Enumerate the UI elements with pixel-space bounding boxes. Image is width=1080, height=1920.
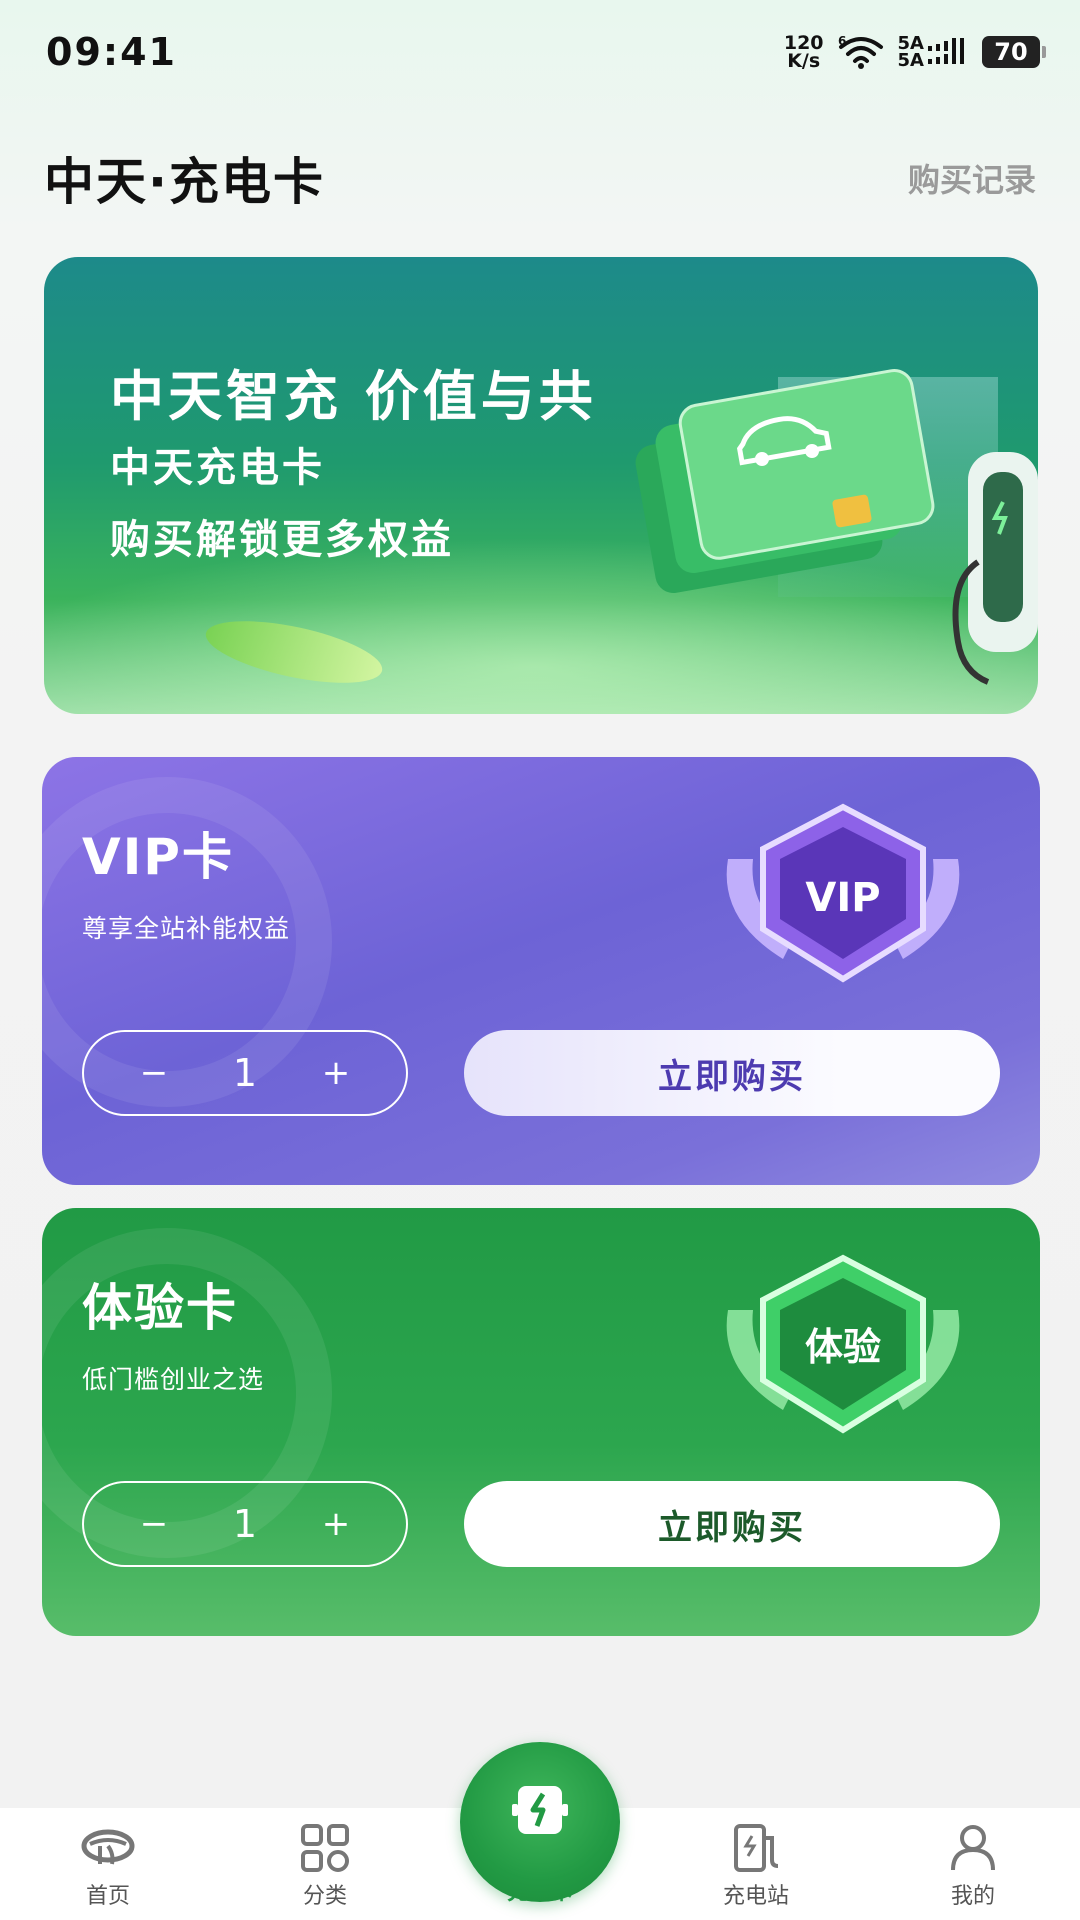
nav-label-home: 首页 <box>85 1884 130 1909</box>
charging-station-icon <box>734 1824 779 1872</box>
status-time: 09:41 <box>46 30 177 74</box>
trial-card: 体验卡 低门槛创业之选 体验 − 1 + 立即购买 <box>42 1208 1040 1636</box>
home-logo-icon <box>81 1829 135 1865</box>
badge-text: VIP <box>805 875 880 921</box>
badge-text: 体验 <box>805 1325 881 1369</box>
wifi-label: 6 <box>838 35 846 48</box>
purchase-record-link[interactable]: 购买记录 <box>908 155 1036 201</box>
cellular-signal: 5A 5A <box>897 35 968 71</box>
nav-item-station[interactable]: 充电站 <box>676 1808 836 1920</box>
nav-label-category: 分类 <box>302 1884 347 1909</box>
charging-card-icon <box>512 1786 568 1834</box>
banner-subheadline: 中天充电卡 <box>110 445 325 491</box>
buy-now-button[interactable]: 立即购买 <box>464 1481 1000 1567</box>
signal-label-bottom: 5A <box>897 50 924 71</box>
page-title: 中天·充电卡 <box>44 153 325 211</box>
decrease-button[interactable]: − <box>134 1053 174 1093</box>
nav-item-mine[interactable]: 我的 <box>893 1808 1053 1920</box>
charging-card-illustration <box>635 369 935 593</box>
card-subtitle: 尊享全站补能权益 <box>82 914 291 943</box>
card-title: 体验卡 <box>82 1279 238 1337</box>
increase-button[interactable]: + <box>316 1053 356 1093</box>
page-header: 中天·充电卡 购买记录 <box>0 130 1080 211</box>
vip-badge-icon: VIP <box>726 803 960 983</box>
wifi-icon: 6 <box>838 35 883 69</box>
user-icon <box>951 1825 995 1871</box>
nav-item-category[interactable]: 分类 <box>245 1808 405 1920</box>
buy-now-button[interactable]: 立即购买 <box>464 1030 1000 1116</box>
grid-icon <box>301 1824 349 1872</box>
nav-item-home[interactable]: 首页 <box>28 1808 188 1920</box>
vip-card: VIP卡 尊享全站补能权益 VIP − 1 + 立即购买 <box>42 757 1040 1185</box>
signal-label: 5A 5A <box>897 35 924 71</box>
battery-indicator: 70 <box>982 36 1046 68</box>
increase-button[interactable]: + <box>316 1504 356 1544</box>
quantity-stepper: − 1 + <box>82 1481 408 1567</box>
signal-bars-icon <box>928 38 964 64</box>
decrease-button[interactable]: − <box>134 1504 174 1544</box>
status-bar: 09:41 120 K/s 6 5A 5A 70 <box>0 0 1080 110</box>
card-title: VIP卡 <box>82 828 234 886</box>
charging-card-center-button[interactable] <box>460 1742 620 1902</box>
banner-tagline: 购买解锁更多权益 <box>110 517 454 563</box>
trial-badge-icon: 体验 <box>726 1254 960 1434</box>
card-subtitle: 低门槛创业之选 <box>82 1365 265 1394</box>
banner-headline: 中天智充 价值与共 <box>110 365 597 428</box>
status-indicators: 120 K/s 6 5A 5A 70 <box>784 34 1046 72</box>
network-speed: 120 K/s <box>784 34 824 72</box>
nav-label-station: 充电站 <box>722 1884 789 1909</box>
nav-label-mine: 我的 <box>950 1884 995 1909</box>
ev-charger-illustration <box>952 452 1038 685</box>
promo-banner[interactable]: 中天智充 价值与共 中天充电卡 购买解锁更多权益 <box>44 257 1038 714</box>
quantity-value[interactable]: 1 <box>233 1051 257 1095</box>
network-speed-unit: K/s <box>787 50 821 72</box>
quantity-stepper: − 1 + <box>82 1030 408 1116</box>
quantity-value[interactable]: 1 <box>233 1502 257 1546</box>
